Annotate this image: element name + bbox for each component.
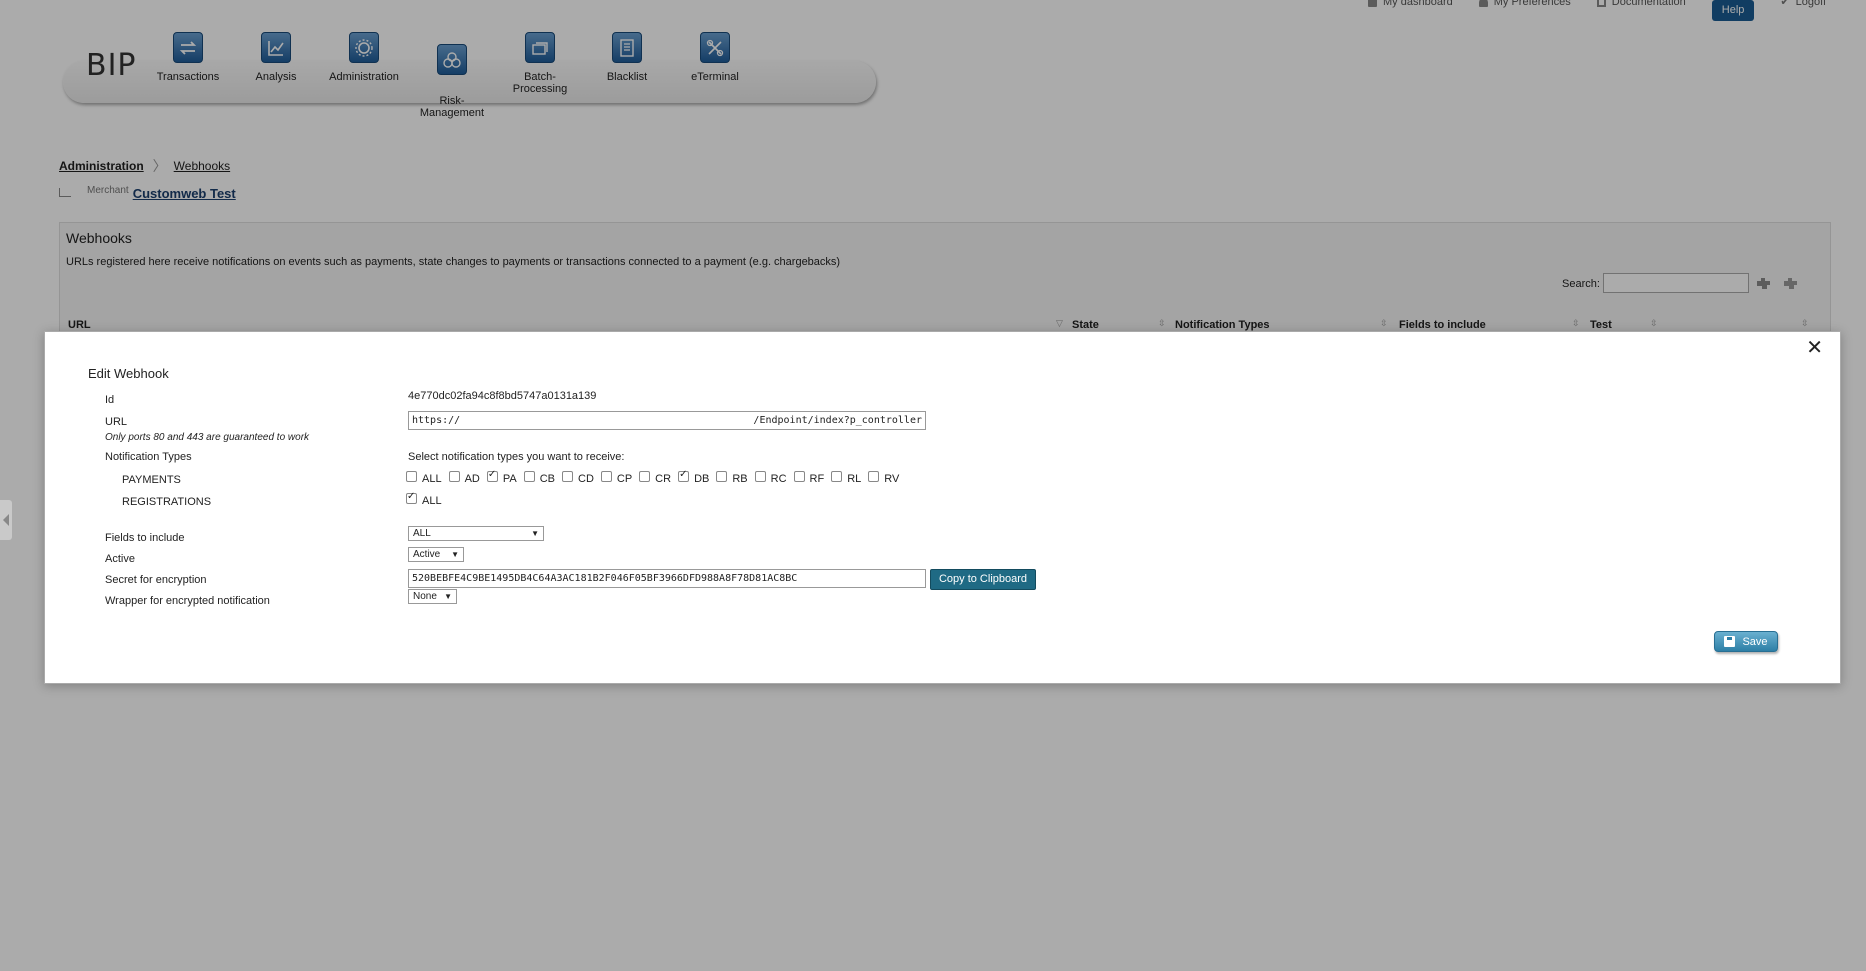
url-label: URL — [105, 416, 128, 428]
checkbox-payment-rl[interactable]: RL — [831, 470, 862, 485]
checkbox-payment-cb[interactable]: CB — [523, 470, 555, 485]
save-button[interactable]: Save — [1714, 631, 1778, 652]
notification-types-label: Notification Types — [105, 451, 192, 463]
checkbox-label: DB — [694, 473, 710, 485]
registration-types-checkboxes: ALL — [406, 491, 449, 507]
fields-to-include-select[interactable]: ALL ▼ — [408, 526, 544, 541]
notification-types-prompt: Select notification types you want to re… — [408, 451, 625, 463]
checkbox-label: RL — [847, 473, 862, 485]
checkbox-box[interactable] — [406, 470, 417, 482]
chevron-left-icon — [3, 514, 9, 526]
checkbox-box[interactable] — [486, 469, 498, 482]
checkbox-label: CB — [539, 473, 555, 485]
active-value: Active — [413, 549, 441, 560]
checkbox-payment-rc[interactable]: RC — [754, 470, 787, 485]
dropdown-arrow-icon: ▼ — [451, 550, 459, 559]
checkbox-label: PA — [502, 473, 517, 485]
checkbox-label: RB — [732, 473, 748, 485]
checkbox-box[interactable] — [793, 470, 805, 482]
id-value: 4e770dc02fa94c8f8bd5747a0131a139 — [408, 390, 597, 402]
dropdown-arrow-icon: ▼ — [531, 529, 539, 538]
checkbox-box[interactable] — [448, 470, 460, 482]
copy-to-clipboard-button[interactable]: Copy to Clipboard — [930, 569, 1036, 590]
checkbox-payment-pa[interactable]: PA — [486, 469, 517, 485]
url-input[interactable]: https:// /Endpoint/index?p_controller — [408, 411, 926, 430]
checkbox-label: ALL — [422, 473, 442, 485]
checkbox-label: CP — [616, 473, 633, 485]
checkbox-label: RC — [770, 473, 787, 485]
active-label: Active — [105, 553, 135, 565]
checkbox-box[interactable] — [754, 470, 766, 482]
checkbox-box[interactable] — [678, 469, 690, 482]
checkbox-payment-cp[interactable]: CP — [600, 470, 633, 485]
checkbox-payment-all[interactable]: ALL — [406, 470, 442, 485]
checkbox-box[interactable] — [831, 470, 843, 482]
checkbox-box[interactable] — [868, 470, 880, 482]
checkbox-payment-cd[interactable]: CD — [562, 470, 594, 485]
checkbox-payment-rf[interactable]: RF — [793, 470, 825, 485]
checkbox-label: AD — [464, 473, 480, 485]
secret-label: Secret for encryption — [105, 574, 207, 586]
checkbox-payment-rb[interactable]: RB — [716, 470, 748, 485]
side-panel-toggle[interactable] — [0, 500, 12, 540]
checkbox-box[interactable] — [600, 470, 612, 482]
url-value-start: https:// — [412, 415, 461, 426]
wrapper-label: Wrapper for encrypted notification — [105, 595, 270, 607]
payment-types-checkboxes: ALL AD PA CB CD CP CR DB RB RC RF RL RV — [406, 469, 906, 485]
id-label: Id — [105, 394, 115, 406]
checkbox-label: RV — [884, 473, 900, 485]
wrapper-select[interactable]: None ▼ — [408, 589, 457, 604]
checkbox-label: ALL — [422, 495, 442, 507]
save-label: Save — [1742, 635, 1768, 648]
payments-label: PAYMENTS — [122, 474, 181, 486]
checkbox-label: CD — [578, 473, 594, 485]
checkbox-payment-cr[interactable]: CR — [639, 470, 672, 485]
url-hint: Only ports 80 and 443 are guaranteed to … — [105, 432, 310, 443]
fields-to-include-value: ALL — [413, 528, 431, 539]
edit-webhook-dialog: ✕ Edit Webhook Id 4e770dc02fa94c8f8bd574… — [44, 331, 1841, 684]
url-value-end: /Endpoint/index?p_controller — [753, 415, 922, 426]
wrapper-value: None — [413, 591, 437, 602]
floppy-disk-icon — [1724, 636, 1736, 647]
checkbox-registration-all[interactable]: ALL — [406, 491, 442, 507]
modal-title: Edit Webhook — [88, 366, 169, 381]
active-select[interactable]: Active ▼ — [408, 547, 464, 562]
checkbox-box[interactable] — [562, 470, 573, 482]
checkbox-box[interactable] — [523, 470, 535, 482]
checkbox-payment-rv[interactable]: RV — [868, 470, 900, 485]
dropdown-arrow-icon: ▼ — [444, 592, 452, 601]
checkbox-label: RF — [809, 473, 825, 485]
fields-to-include-label: Fields to include — [105, 532, 185, 544]
checkbox-payment-ad[interactable]: AD — [448, 470, 480, 485]
registrations-label: REGISTRATIONS — [122, 496, 212, 508]
close-icon[interactable]: ✕ — [1806, 338, 1823, 358]
checkbox-box[interactable] — [406, 491, 417, 504]
checkbox-label: CR — [655, 473, 672, 485]
secret-input[interactable]: 520BEBFE4C9BE1495DB4C64A3AC181B2F046F05B… — [408, 569, 926, 588]
checkbox-payment-db[interactable]: DB — [678, 469, 710, 485]
checkbox-box[interactable] — [716, 470, 728, 482]
checkbox-box[interactable] — [639, 470, 651, 482]
